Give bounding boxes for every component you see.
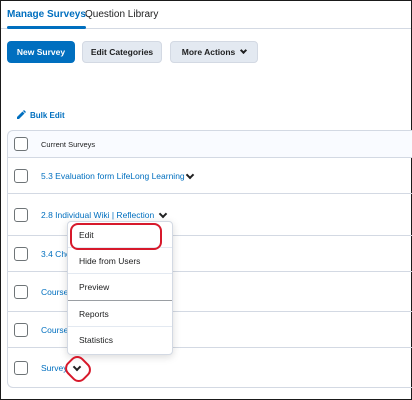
row-checkbox[interactable] <box>14 246 28 261</box>
new-survey-button[interactable]: New Survey <box>7 41 75 63</box>
menu-item-hide-from-users[interactable]: Hide from Users <box>68 248 172 274</box>
more-actions-label: More Actions <box>181 47 236 57</box>
row-checkbox[interactable] <box>14 207 28 222</box>
row-checkbox[interactable] <box>14 360 28 375</box>
bulk-edit-button[interactable]: Bulk Edit <box>16 110 65 120</box>
tab-manage-surveys[interactable]: Manage Surveys <box>7 9 86 29</box>
chevron-down-icon[interactable] <box>158 209 168 218</box>
select-all-checkbox[interactable] <box>14 137 28 151</box>
survey-link[interactable]: Survey <box>41 362 67 374</box>
column-header-current-surveys: Current Surveys <box>41 140 96 149</box>
chevron-down-icon[interactable] <box>185 170 195 179</box>
tab-bar: Manage Surveys Question Library <box>1 1 411 29</box>
more-actions-button[interactable]: More Actions <box>170 41 258 63</box>
menu-item-edit[interactable]: Edit <box>68 222 172 248</box>
survey-link[interactable]: Course <box>41 324 68 336</box>
chevron-down-icon <box>240 46 248 55</box>
menu-item-reports[interactable]: Reports <box>68 301 172 327</box>
table-header-row: Current Surveys <box>7 130 412 158</box>
menu-item-preview[interactable]: Preview <box>68 274 172 300</box>
edit-categories-button[interactable]: Edit Categories <box>82 41 162 63</box>
menu-item-statistics[interactable]: Statistics <box>68 327 172 353</box>
table-row: 5.3 Evaluation form LifeLong Learning <box>7 158 412 194</box>
survey-link[interactable]: 5.3 Evaluation form LifeLong Learning <box>41 170 185 182</box>
tab-question-library[interactable]: Question Library <box>85 9 158 21</box>
row-checkbox[interactable] <box>14 322 28 337</box>
row-checkbox[interactable] <box>14 284 28 299</box>
survey-link[interactable]: 2.8 Individual Wiki | Reflection <box>41 209 154 221</box>
row-checkbox[interactable] <box>14 168 28 183</box>
survey-link[interactable]: Course <box>41 286 68 298</box>
pencil-icon <box>17 110 26 119</box>
chevron-down-icon[interactable] <box>72 362 82 371</box>
bulk-edit-label: Bulk Edit <box>30 110 65 120</box>
survey-actions-menu: Edit Hide from Users Preview Reports Sta… <box>67 221 173 355</box>
